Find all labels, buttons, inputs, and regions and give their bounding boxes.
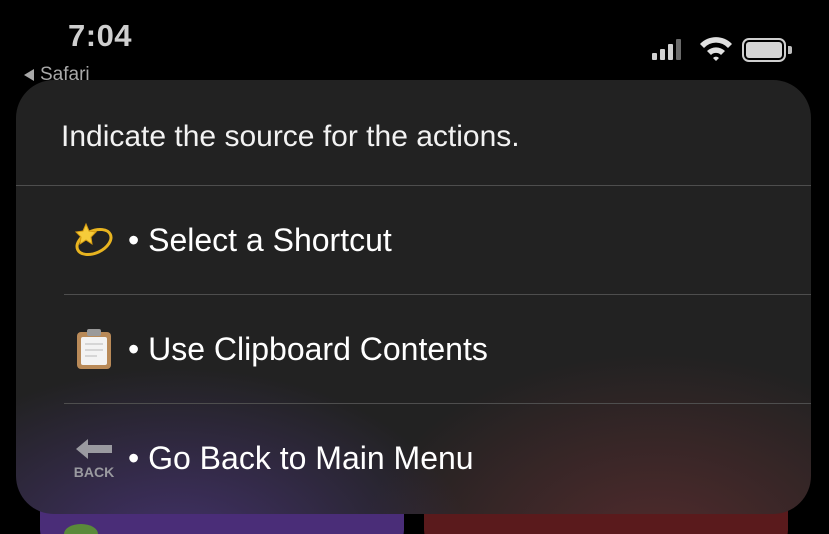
- choose-from-menu-panel: Indicate the source for the actions. • S…: [16, 80, 811, 514]
- menu-item-label: • Use Clipboard Contents: [128, 330, 488, 367]
- status-time: 7:04: [68, 18, 133, 53]
- clipboard-icon: [72, 325, 116, 373]
- menu-item-select-shortcut[interactable]: • Select a Shortcut: [16, 186, 811, 294]
- menu-item-use-clipboard[interactable]: • Use Clipboard Contents: [16, 295, 811, 403]
- menu-item-label: • Select a Shortcut: [128, 221, 392, 258]
- back-arrow-icon: BACK: [72, 434, 116, 482]
- menu-item-label: • Go Back to Main Menu: [128, 439, 474, 476]
- menu-prompt: Indicate the source for the actions.: [61, 120, 520, 153]
- battery-icon: [742, 38, 792, 62]
- wifi-icon: [700, 37, 732, 61]
- back-triangle-icon: [24, 69, 34, 81]
- menu-item-go-back-main-menu[interactable]: BACK • Go Back to Main Menu: [16, 404, 811, 512]
- back-icon-text: BACK: [74, 464, 114, 480]
- cellular-signal-icon: [652, 38, 681, 60]
- dizzy-star-icon: [72, 216, 116, 264]
- battery-level-fill: [746, 42, 782, 58]
